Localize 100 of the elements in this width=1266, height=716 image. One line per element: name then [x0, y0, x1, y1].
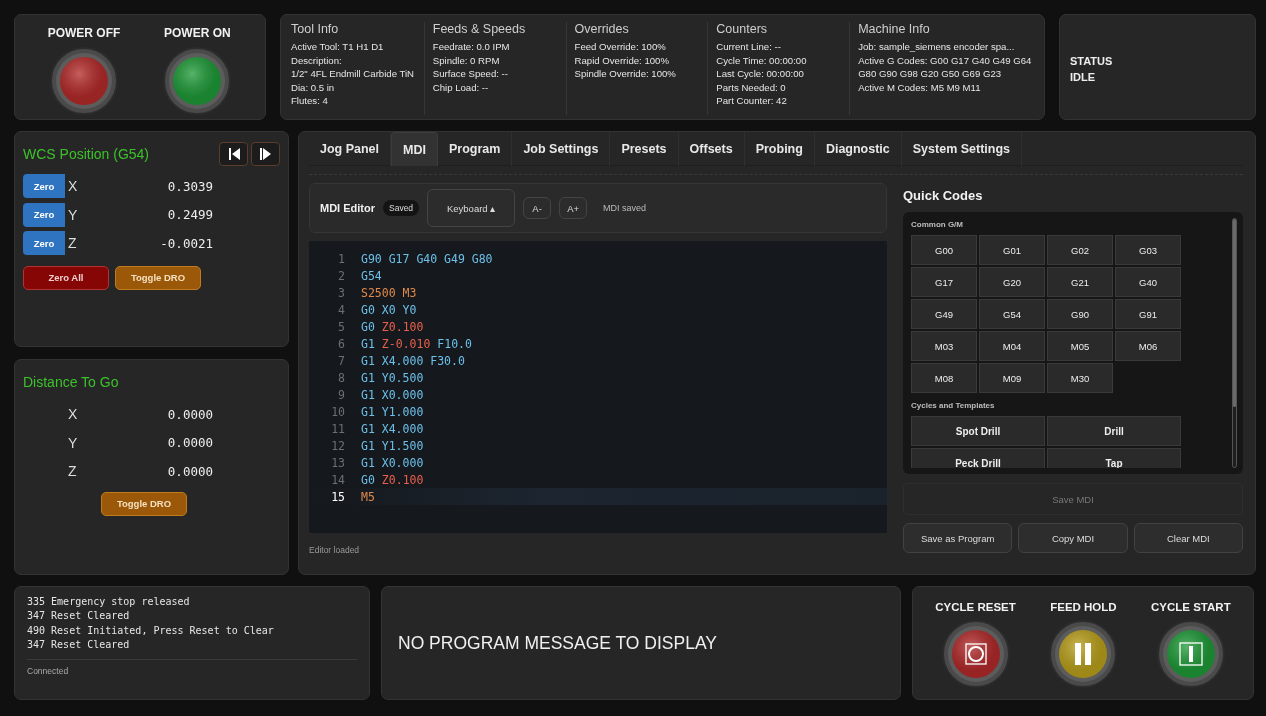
action-button[interactable]: Save as Program — [903, 523, 1013, 553]
action-button[interactable]: Toggle DRO — [115, 265, 201, 290]
zero-button[interactable]: Zero — [23, 231, 65, 256]
code-button[interactable]: G21 — [1047, 267, 1113, 297]
previous-button[interactable] — [219, 142, 248, 166]
axis-value: 0.2499 — [166, 207, 213, 223]
tab[interactable]: Presets — [610, 132, 679, 166]
axis-label: X — [68, 178, 79, 195]
code-line: G1 Z-0.010 F10.0 — [361, 336, 472, 351]
panel-title: WCS Position (G54) — [23, 146, 150, 162]
status-value: IDLE — [1070, 70, 1097, 85]
code-editor[interactable]: 1 G90 G17 G40 G49 G80 2 G54 3 S2500 M3 4 G0 X0 Y0 5 G0 Z0.100 6 G1 Z-0.010 F10.0 7 G1 X4.000 F30.0 8 G1 Y0.500 9 G1 X0.000 10 G1 Y1.000 11 G1 X4.000 12 G1 Y1.500 13 G1 X0.000 14 G0 Z0.100 15 M5 — [309, 241, 887, 533]
editor-message: MDI saved — [603, 203, 647, 213]
power-on-button[interactable]: POWER ON — [162, 26, 233, 119]
cycle-reset-button[interactable]: CYCLE RESET — [935, 601, 1016, 699]
code-button[interactable]: G02 — [1047, 235, 1113, 265]
code-button[interactable]: G49 — [911, 299, 977, 329]
line-number: 10 — [330, 404, 345, 419]
code-button[interactable]: G90 — [1047, 299, 1113, 329]
code-button[interactable]: G17 — [911, 267, 977, 297]
zero-button[interactable]: Zero — [23, 202, 65, 227]
code-button[interactable]: G54 — [979, 299, 1045, 329]
section-title: Cycles and Templates — [911, 401, 996, 410]
line-number: 8 — [337, 370, 345, 385]
action-button[interactable]: Toggle DRO — [101, 491, 187, 516]
info-text: Last Cycle: 00:00:00 — [716, 67, 805, 81]
code-line: G1 Y0.500 — [361, 370, 424, 385]
info-text: Job: sample_siemens encoder spa... — [858, 40, 1016, 54]
info-text: Current Line: -- — [716, 40, 782, 54]
section-title: Machine Info — [858, 22, 931, 36]
zero-button[interactable]: Zero — [23, 174, 65, 199]
code-button[interactable]: M05 — [1047, 331, 1113, 361]
tab[interactable]: Diagnostic — [814, 132, 902, 166]
code-button[interactable]: M08 — [911, 363, 977, 393]
code-button[interactable]: G20 — [979, 267, 1045, 297]
power-off-button[interactable]: POWER OFF — [47, 26, 121, 119]
info-text: Spindle: 0 RPM — [432, 53, 501, 68]
tab[interactable]: MDI — [391, 132, 438, 166]
feed-hold-button[interactable]: FEED HOLD — [1048, 601, 1119, 699]
font-size-button[interactable]: A+ — [559, 197, 588, 219]
info-text: Feedrate: 0.0 IPM — [432, 40, 511, 54]
code-button[interactable]: G01 — [979, 235, 1045, 265]
keyboard-button[interactable]: Keyboard ▴ — [427, 189, 516, 227]
start-icon — [1155, 619, 1226, 689]
line-number: 14 — [330, 472, 345, 487]
axis-label: Z — [68, 235, 78, 252]
code-line: G1 Y1.500 — [361, 438, 424, 453]
code-button[interactable]: M06 — [1115, 331, 1181, 361]
info-text: Spindle Override: 100% — [574, 67, 677, 81]
code-button[interactable]: M09 — [979, 363, 1045, 393]
info-text: Feed Override: 100% — [574, 40, 667, 54]
reset-icon — [940, 619, 1011, 689]
cycle-start-button[interactable]: CYCLE START — [1151, 601, 1231, 699]
action-button[interactable]: Copy MDI — [1018, 523, 1128, 553]
info-text: Surface Speed: -- — [432, 67, 509, 81]
status-badge: Saved — [383, 200, 420, 216]
code-line: G1 X4.000 — [361, 421, 424, 436]
line-number: 3 — [337, 285, 345, 300]
tab[interactable]: Job Settings — [512, 132, 611, 166]
program-message: NO PROGRAM MESSAGE TO DISPLAY — [398, 632, 717, 654]
tab[interactable]: Probing — [744, 132, 815, 166]
log-line: 347 Reset Cleared — [27, 609, 131, 624]
line-number: 6 — [337, 336, 345, 351]
code-line: G1 X0.000 — [361, 387, 424, 402]
panel-title: Distance To Go — [23, 374, 119, 390]
code-line: G1 X4.000 F30.0 — [361, 353, 465, 368]
editor-title: MDI Editor — [320, 202, 375, 214]
code-button[interactable]: G40 — [1115, 267, 1181, 297]
knob-icon — [162, 46, 233, 116]
axis-label: X — [68, 406, 79, 423]
code-button[interactable]: G00 — [911, 235, 977, 265]
axis-label: Z — [68, 463, 78, 480]
line-number: 9 — [337, 387, 345, 402]
code-line: G1 Y1.000 — [361, 404, 424, 419]
action-button[interactable]: Clear MDI — [1133, 523, 1243, 553]
code-button[interactable]: G03 — [1115, 235, 1181, 265]
code-line: S2500 M3 — [361, 285, 417, 300]
code-button[interactable]: Drill — [1047, 416, 1181, 446]
tab[interactable]: Offsets — [678, 132, 745, 166]
code-button[interactable]: Tap — [1047, 448, 1181, 468]
code-button[interactable]: M03 — [911, 331, 977, 361]
tab[interactable]: Program — [437, 132, 513, 166]
action-button[interactable]: Zero All — [23, 265, 109, 290]
code-button[interactable]: M30 — [1047, 363, 1113, 393]
font-size-button[interactable]: A- — [523, 197, 552, 219]
axis-value: 0.0000 — [166, 435, 213, 451]
line-number: 4 — [337, 302, 345, 317]
knob-icon — [49, 46, 119, 116]
tab[interactable]: System Settings — [901, 132, 1023, 166]
info-text: 1/2" 4FL Endmill Carbide TiN — [291, 67, 416, 81]
info-text: Part Counter: 42 — [716, 94, 788, 108]
code-button[interactable]: G91 — [1115, 299, 1181, 329]
editor-status: Editor loaded — [309, 545, 361, 555]
code-line: G0 Z0.100 — [361, 319, 424, 334]
next-button[interactable] — [251, 142, 280, 166]
code-button[interactable]: Spot Drill — [911, 416, 1045, 446]
panel-title: Quick Codes — [903, 188, 984, 203]
code-button[interactable]: Peck Drill — [911, 448, 1045, 468]
log-line: 347 Reset Cleared — [27, 637, 131, 652]
code-button[interactable]: M04 — [979, 331, 1045, 361]
